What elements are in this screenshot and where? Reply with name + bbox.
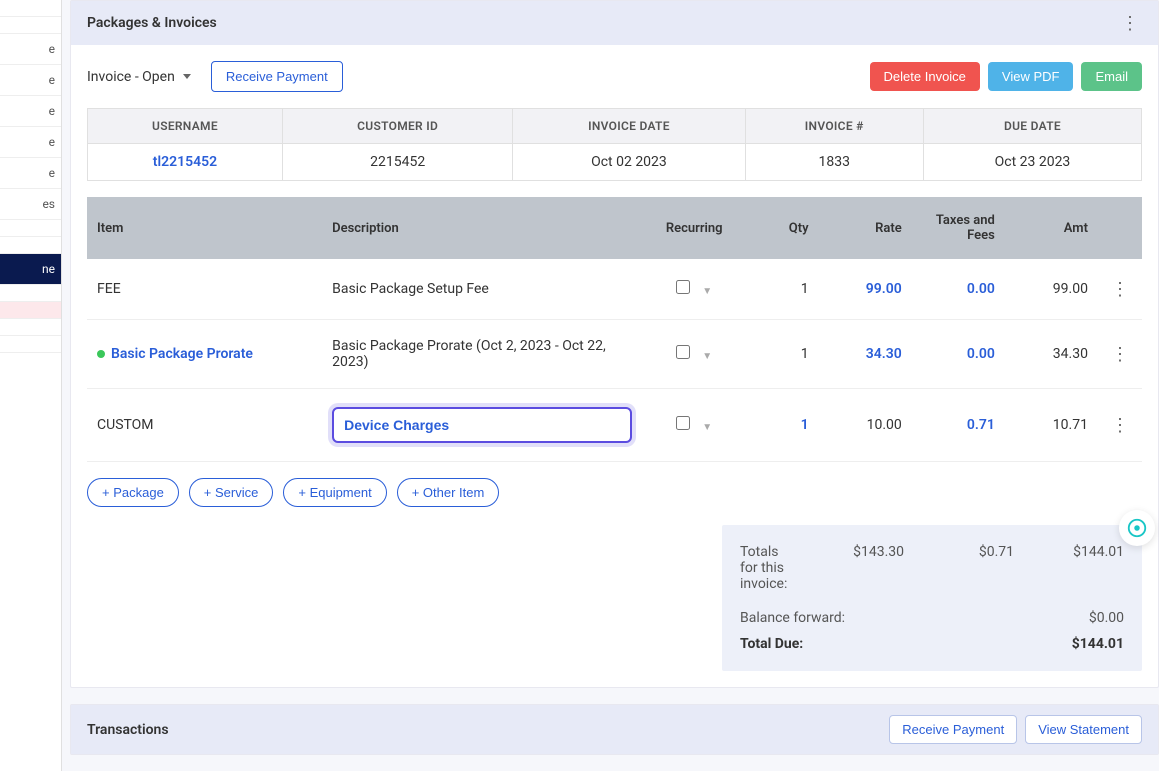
customer-id-value: 2215452 (282, 144, 512, 181)
qty-value: 1 (801, 281, 809, 297)
kebab-icon[interactable] (1118, 11, 1142, 35)
receive-payment-button[interactable]: Receive Payment (211, 61, 343, 92)
description-text: Basic Package Prorate (Oct 2, 2023 - Oct… (322, 320, 642, 389)
due-date-value: Oct 23 2023 (923, 144, 1141, 181)
col-invoice-date: INVOICE DATE (513, 109, 745, 144)
item-label: FEE (87, 259, 322, 320)
description-text: Basic Package Setup Fee (322, 259, 642, 320)
chevron-down-icon[interactable]: ▼ (702, 351, 712, 362)
totals-box: Totals for this invoice: $143.30 $0.71 $… (722, 525, 1142, 671)
rate-value[interactable]: 34.30 (866, 346, 902, 362)
col-invoice-no: INVOICE # (745, 109, 923, 144)
chevron-down-icon[interactable]: ▼ (702, 422, 712, 433)
sidebar-item-active[interactable]: ne (0, 254, 61, 285)
col-amt: Amt (1005, 197, 1098, 259)
invoice-no-value: 1833 (745, 144, 923, 181)
col-qty: Qty (746, 197, 818, 259)
transactions-title: Transactions (87, 722, 169, 738)
sidebar-item[interactable]: e (0, 127, 61, 158)
invoice-info-table: USERNAME CUSTOMER ID INVOICE DATE INVOIC… (87, 108, 1142, 181)
sidebar-item[interactable]: e (0, 65, 61, 96)
col-username: USERNAME (88, 109, 283, 144)
panel-header: Packages & Invoices (71, 1, 1158, 45)
col-item: Item (87, 197, 322, 259)
taxes-value[interactable]: 0.00 (967, 346, 995, 362)
col-customer-id: CUSTOMER ID (282, 109, 512, 144)
taxes-value[interactable]: 0.00 (967, 281, 995, 297)
panel-title: Packages & Invoices (87, 15, 217, 31)
col-taxes: Taxes and Fees (912, 197, 1005, 259)
sidebar-item[interactable] (0, 336, 61, 353)
sidebar-item[interactable]: e (0, 96, 61, 127)
add-equipment-button[interactable]: + Equipment (283, 478, 386, 507)
amount-value: 34.30 (1005, 320, 1098, 389)
invoice-date-value: Oct 02 2023 (513, 144, 745, 181)
sidebar-item[interactable] (0, 302, 61, 319)
recurring-checkbox[interactable] (676, 280, 690, 294)
recurring-checkbox[interactable] (676, 345, 690, 359)
row-kebab-icon[interactable] (1108, 413, 1132, 437)
description-input[interactable] (332, 407, 632, 443)
add-package-button[interactable]: + Package (87, 478, 179, 507)
sidebar-item[interactable] (0, 237, 61, 254)
balance-forward-label: Balance forward: (740, 610, 1044, 626)
add-other-item-button[interactable]: + Other Item (397, 478, 500, 507)
line-item-row: FEEBasic Package Setup Fee ▼ 1 99.00 0.00 99.… (87, 259, 1142, 320)
sidebar-item[interactable]: e (0, 34, 61, 65)
col-recurring: Recurring (642, 197, 746, 259)
row-kebab-icon[interactable] (1108, 277, 1132, 301)
username-link[interactable]: tl2215452 (153, 154, 217, 170)
main-content: Packages & Invoices Invoice - Open Recei… (62, 0, 1159, 771)
line-items-table: Item Description Recurring Qty Rate Taxe… (87, 197, 1142, 462)
totals-label: Totals for this invoice: (740, 544, 794, 592)
total-due-value: $144.01 (1044, 636, 1124, 652)
rate-value: 10.00 (867, 417, 902, 433)
rate-value[interactable]: 99.00 (866, 281, 902, 297)
sidebar-item[interactable]: es (0, 189, 61, 220)
sidebar: e e e e e es ne (0, 0, 62, 771)
col-rate: Rate (819, 197, 912, 259)
email-button[interactable]: Email (1081, 62, 1142, 91)
total-due-label: Total Due: (740, 636, 1044, 652)
chevron-down-icon[interactable]: ▼ (702, 286, 712, 297)
sidebar-item[interactable] (0, 319, 61, 336)
add-buttons-row: + Package + Service + Equipment + Other … (71, 474, 1158, 525)
sidebar-item[interactable] (0, 285, 61, 302)
line-item-row: CUSTOM ▼ 1 10.00 0.71 10.71 (87, 389, 1142, 462)
packages-invoices-panel: Packages & Invoices Invoice - Open Recei… (70, 0, 1159, 688)
sidebar-item[interactable] (0, 220, 61, 237)
qty-value[interactable]: 1 (801, 417, 809, 433)
item-label: CUSTOM (87, 389, 322, 462)
sidebar-item[interactable]: e (0, 158, 61, 189)
qty-value: 1 (801, 346, 809, 362)
item-link[interactable]: Basic Package Prorate (111, 346, 253, 362)
invoice-status-dropdown[interactable]: Invoice - Open (87, 69, 191, 85)
balance-forward-value: $0.00 (1044, 610, 1124, 626)
view-pdf-button[interactable]: View PDF (988, 62, 1074, 91)
subtotal-value: $143.30 (824, 544, 904, 592)
col-description: Description (322, 197, 642, 259)
line-item-row: Basic Package Prorate Basic Package Prora… (87, 320, 1142, 389)
row-kebab-icon[interactable] (1108, 342, 1132, 366)
sidebar-item[interactable] (0, 0, 61, 17)
recurring-checkbox[interactable] (676, 416, 690, 430)
chat-icon (1126, 517, 1148, 539)
sidebar-item[interactable] (0, 17, 61, 34)
col-due-date: DUE DATE (923, 109, 1141, 144)
view-statement-button[interactable]: View Statement (1025, 715, 1142, 744)
taxes-value[interactable]: 0.71 (967, 417, 995, 433)
chat-fab[interactable] (1119, 510, 1155, 546)
transactions-receive-payment-button[interactable]: Receive Payment (889, 715, 1017, 744)
amount-value: 99.00 (1005, 259, 1098, 320)
total-value: $144.01 (1044, 544, 1124, 592)
toolbar: Invoice - Open Receive Payment Delete In… (71, 45, 1158, 108)
amount-value: 10.71 (1005, 389, 1098, 462)
tax-value: $0.71 (934, 544, 1014, 592)
status-dot-icon (97, 350, 105, 358)
delete-invoice-button[interactable]: Delete Invoice (870, 62, 980, 91)
transactions-panel: Transactions Receive Payment View Statem… (70, 704, 1159, 755)
add-service-button[interactable]: + Service (189, 478, 274, 507)
